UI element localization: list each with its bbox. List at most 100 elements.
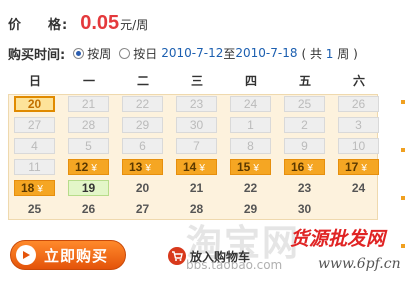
buy-now-label: 立即购买 bbox=[44, 246, 109, 265]
calendar-day-number: 17 bbox=[345, 160, 359, 174]
calendar-day-number: 26 bbox=[81, 202, 96, 216]
weekday-fri: 五 bbox=[298, 74, 311, 88]
price-tag-icon: ¥ bbox=[361, 163, 367, 174]
calendar-day-grey: 2 bbox=[284, 117, 325, 133]
calendar-day-plain: 26 bbox=[68, 201, 109, 217]
date-separator: 至 bbox=[223, 46, 236, 61]
calendar-day-grey: 27 bbox=[14, 117, 55, 133]
calendar-day-booked: 18 ¥ bbox=[14, 180, 55, 196]
watermark-cn-text: 货源批发网 bbox=[290, 228, 386, 250]
calendar-day-number: 10 bbox=[351, 139, 366, 153]
price-tag-icon: ¥ bbox=[307, 163, 313, 174]
calendar-day-number: 30 bbox=[189, 118, 204, 132]
calendar-day-number: 27 bbox=[135, 202, 150, 216]
calendar-day-number: 8 bbox=[247, 139, 254, 153]
calendar-day-grey: 22 bbox=[122, 96, 163, 112]
calendar-day-number: 3 bbox=[355, 118, 362, 132]
calendar-day-number: 26 bbox=[351, 97, 366, 111]
calendar-day-plain: 25 bbox=[14, 201, 55, 217]
weekday-thu: 四 bbox=[244, 74, 257, 88]
edge-marker bbox=[401, 148, 405, 152]
calendar-day-number: 19 bbox=[81, 181, 96, 195]
calendar-day-plain: 30 bbox=[284, 201, 325, 217]
total-weeks: ( 共 1 周 ) bbox=[301, 46, 358, 61]
edge-marker bbox=[401, 244, 405, 248]
calendar-day-booked: 12 ¥ bbox=[68, 159, 109, 175]
price-tag-icon: ¥ bbox=[253, 163, 259, 174]
calendar-day-plain: 20 bbox=[122, 180, 163, 196]
calendar-day-number: 29 bbox=[135, 118, 150, 132]
calendar-day-number: 28 bbox=[81, 118, 96, 132]
calendar-day-today[interactable]: 20 bbox=[14, 96, 55, 112]
add-to-cart-button[interactable]: 放入购物车 bbox=[168, 246, 250, 266]
calendar-day-number: 23 bbox=[297, 181, 312, 195]
calendar-day-grey: 21 bbox=[68, 96, 109, 112]
calendar-day-grey: 5 bbox=[68, 138, 109, 154]
calendar-day-number: 9 bbox=[301, 139, 308, 153]
calendar-day-number: 24 bbox=[243, 97, 258, 111]
calendar-day-plain: 21 bbox=[176, 180, 217, 196]
edge-marker bbox=[401, 100, 405, 104]
calendar-day-grey: 6 bbox=[122, 138, 163, 154]
calendar-day-number: 16 bbox=[291, 160, 305, 174]
calendar-day-booked: 13 ¥ bbox=[122, 159, 163, 175]
price-unit: 元/周 bbox=[120, 18, 149, 32]
calendar-day-grey: 8 bbox=[230, 138, 271, 154]
price-tag-icon: ¥ bbox=[37, 184, 43, 195]
calendar-day-grey: 29 bbox=[122, 117, 163, 133]
calendar-day-number: 12 bbox=[75, 160, 89, 174]
calendar-day-number: 14 bbox=[183, 160, 197, 174]
calendar-day-number: 6 bbox=[139, 139, 146, 153]
cart-icon bbox=[168, 247, 186, 265]
price-tag-icon: ¥ bbox=[199, 163, 205, 174]
radio-by-week-label[interactable]: 按周 bbox=[87, 45, 111, 62]
calendar-day-number: 2 bbox=[301, 118, 308, 132]
calendar-day-grey: 9 bbox=[284, 138, 325, 154]
calendar-day-grey: 4 bbox=[14, 138, 55, 154]
price-value: 0.05 bbox=[80, 12, 120, 34]
calendar-day-number: 13 bbox=[129, 160, 143, 174]
calendar-day-grey: 30 bbox=[176, 117, 217, 133]
calendar-day-grey: 3 bbox=[338, 117, 379, 133]
buy-now-button[interactable]: 立即购买 bbox=[10, 240, 126, 270]
edge-marker bbox=[401, 196, 405, 200]
watermark-site: www.6pf.cn bbox=[318, 256, 401, 272]
radio-by-day[interactable] bbox=[119, 47, 131, 59]
calendar-day-number: 27 bbox=[27, 118, 42, 132]
calendar-day-plain: 24 bbox=[338, 180, 379, 196]
calendar-day-number: 22 bbox=[243, 181, 258, 195]
price-row: 价格: 0.05 元/周 bbox=[8, 12, 148, 38]
calendar-day-booked: 14 ¥ bbox=[176, 159, 217, 175]
calendar-day-number: 15 bbox=[237, 160, 251, 174]
calendar-day-grey: 28 bbox=[68, 117, 109, 133]
calendar-day-grey: 10 bbox=[338, 138, 379, 154]
calendar-day-grey: 26 bbox=[338, 96, 379, 112]
calendar-day-plain: 28 bbox=[176, 201, 217, 217]
calendar-day-grey: 24 bbox=[230, 96, 271, 112]
calendar-day-plain: 27 bbox=[122, 201, 163, 217]
right-edge-markers bbox=[400, 100, 406, 250]
calendar-day-number: 1 bbox=[247, 118, 254, 132]
calendar-day-plain: 22 bbox=[230, 180, 271, 196]
calendar-day-number: 7 bbox=[193, 139, 200, 153]
radio-by-week[interactable] bbox=[73, 47, 85, 59]
weekday-sun: 日 bbox=[28, 74, 41, 88]
calendar-day-number: 21 bbox=[81, 97, 96, 111]
end-date: 2010-7-18 bbox=[235, 46, 298, 60]
calendar-day-number: 18 bbox=[21, 181, 35, 195]
calendar-day-number: 11 bbox=[28, 160, 41, 174]
calendar-day-number: 28 bbox=[189, 202, 204, 216]
calendar-day-free[interactable]: 19 bbox=[68, 180, 109, 196]
radio-by-day-label[interactable]: 按日 bbox=[133, 45, 157, 62]
price-tag-icon: ¥ bbox=[91, 163, 97, 174]
play-arrow-icon bbox=[16, 245, 36, 265]
calendar-day-number: 23 bbox=[189, 97, 204, 111]
calendar-day-booked: 16 ¥ bbox=[284, 159, 325, 175]
price-label: 价格: bbox=[8, 18, 69, 33]
weekday-tue: 二 bbox=[136, 74, 149, 88]
calendar-day-grey: 11 bbox=[14, 159, 55, 175]
purchase-period-row: 购买时间: 按周 按日 2010-7-12 至 2010-7-18 ( 共 1 … bbox=[8, 43, 358, 63]
calendar-day-grey: 23 bbox=[176, 96, 217, 112]
calendar-day-number: 20 bbox=[27, 97, 42, 111]
purchase-period-label: 购买时间: bbox=[8, 47, 66, 63]
